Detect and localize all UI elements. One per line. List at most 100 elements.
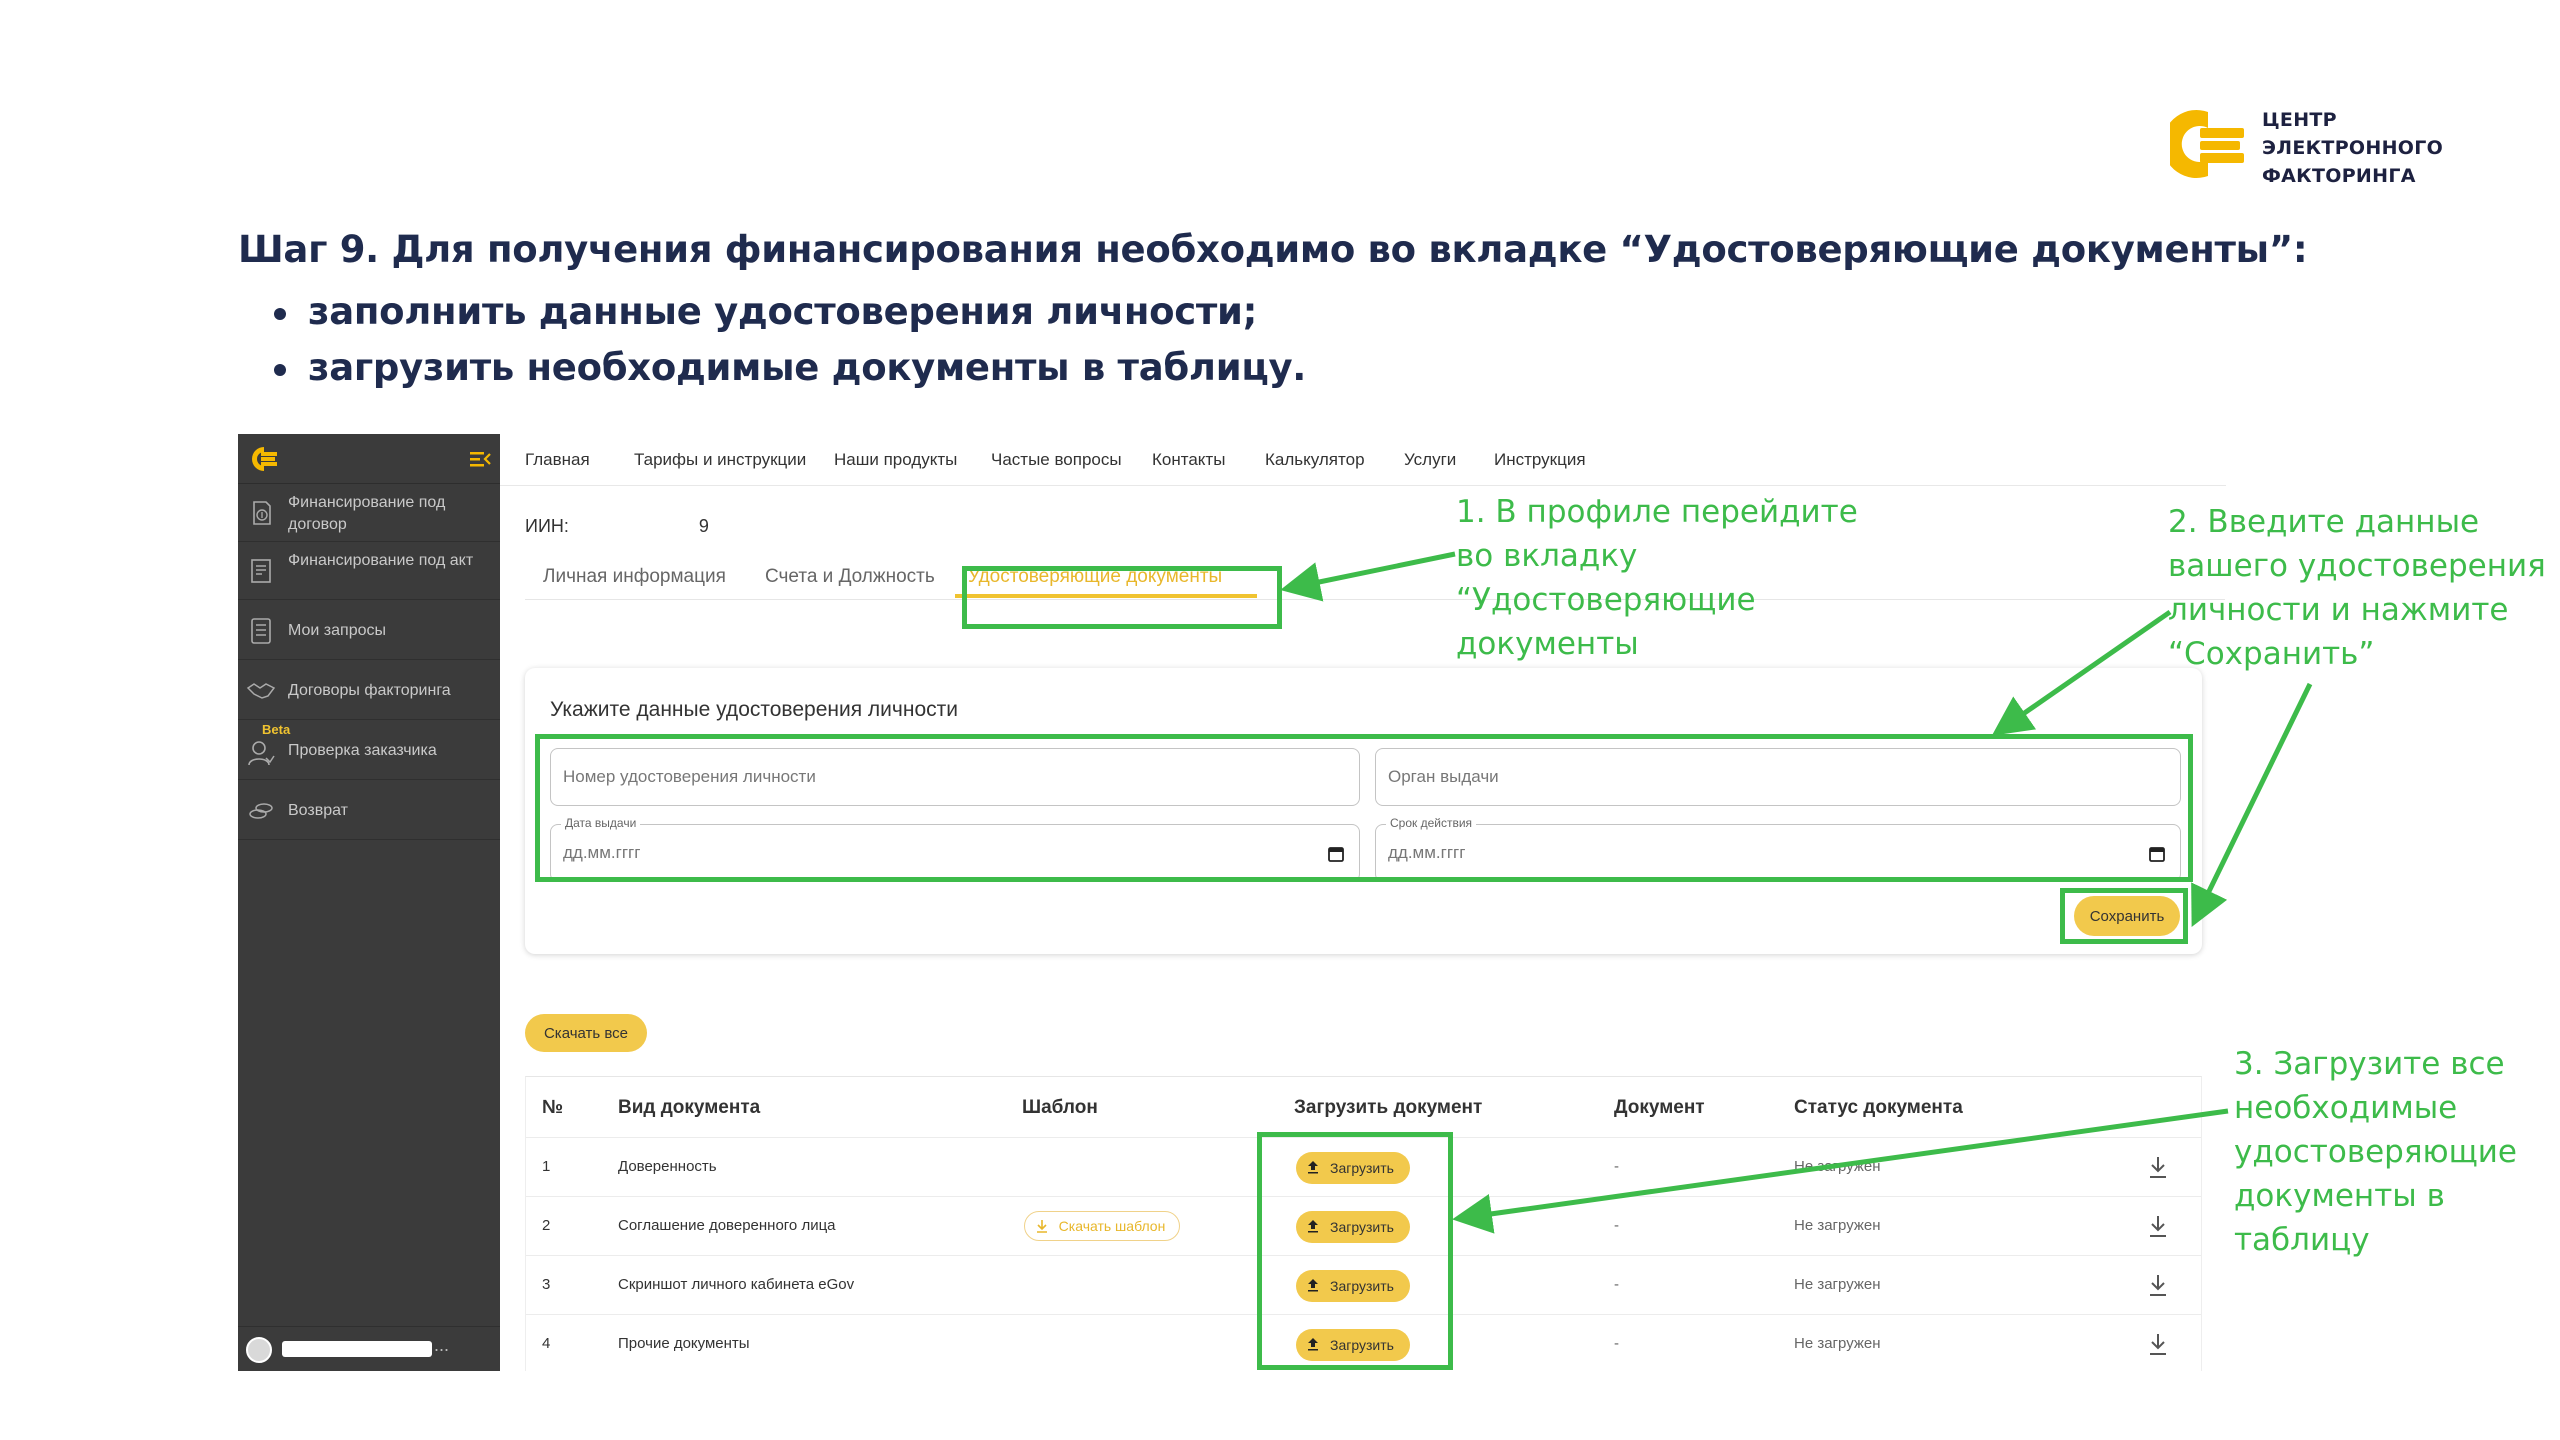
brand-line-3: ФАКТОРИНГА: [2262, 165, 2416, 187]
step-bullets: заполнить данные удостоверения личности;…: [270, 284, 1306, 396]
annotation-line: необходимые: [2234, 1090, 2458, 1126]
handshake-icon: [246, 683, 276, 699]
highlight-tab-box: [962, 566, 1282, 629]
sidebar-user[interactable]: ...: [238, 1326, 500, 1371]
annotation-line: 2. Введите данные: [2168, 504, 2480, 540]
sidebar: Финансирование под договор Финансировани…: [238, 434, 500, 1371]
download-all-button[interactable]: Скачать все: [525, 1014, 647, 1052]
iin-line: ИИН: 9: [525, 516, 709, 537]
row-document: -: [1614, 1217, 1619, 1234]
row-document: -: [1614, 1276, 1619, 1293]
id-form-title: Укажите данные удостоверения личности: [550, 698, 958, 721]
nav-item-tariffs[interactable]: Тарифы и инструкции: [634, 450, 806, 470]
col-header-document: Документ: [1614, 1097, 1705, 1118]
iin-label: ИИН:: [525, 516, 569, 536]
row-doc-type: Соглашение доверенного лица: [618, 1217, 836, 1234]
col-header-type: Вид документа: [618, 1097, 761, 1118]
col-header-num: №: [542, 1097, 564, 1118]
sidebar-item-label: Возврат: [288, 802, 348, 819]
tab-personal-info[interactable]: Личная информация: [543, 566, 726, 588]
nav-item-faq[interactable]: Частые вопросы: [991, 450, 1122, 470]
highlight-form-box: [535, 734, 2193, 882]
row-doc-type: Прочие документы: [618, 1335, 750, 1352]
nav-item-products[interactable]: Наши продукты: [834, 450, 957, 470]
table-header-row: № Вид документа Шаблон Загрузить докумен…: [526, 1077, 2201, 1138]
download-template-button[interactable]: Скачать шаблон: [1024, 1211, 1180, 1241]
brand-logo-icon: [2170, 110, 2244, 178]
highlight-save-box: [2060, 888, 2188, 944]
profile-tabs: Личная информация Счета и Должность Удос…: [525, 548, 2225, 600]
col-header-template: Шаблон: [1022, 1097, 1098, 1118]
download-icon[interactable]: [2146, 1272, 2170, 1298]
row-status: Не загружен: [1794, 1217, 1881, 1234]
coins-return-icon: [249, 803, 273, 819]
nav-item-services[interactable]: Услуги: [1404, 450, 1456, 470]
money-document-icon: [253, 501, 271, 525]
download-icon[interactable]: [2146, 1331, 2170, 1357]
row-status: Не загружен: [1794, 1158, 1881, 1175]
annotation-line: личности и нажмите: [2168, 592, 2509, 628]
col-header-upload: Загрузить документ: [1294, 1097, 1483, 1118]
sidebar-item-factoring-contracts[interactable]: Договоры факторинга: [238, 662, 500, 720]
row-num: 4: [542, 1335, 551, 1352]
nav-item-calculator[interactable]: Калькулятор: [1265, 450, 1365, 470]
sidebar-item-customer-check[interactable]: Beta Проверка заказчика: [238, 722, 500, 780]
row-status: Не загружен: [1794, 1335, 1881, 1352]
col-header-status: Статус документа: [1794, 1097, 1963, 1118]
annotation-line: документы в: [2234, 1178, 2445, 1214]
brand-wordmark: ЦЕНТР ЭЛЕКТРОННОГО ФАКТОРИНГА: [2262, 106, 2443, 190]
sidebar-item-label: Мои запросы: [288, 622, 386, 639]
highlight-upload-box: [1257, 1132, 1453, 1370]
app-logo-icon[interactable]: [250, 446, 278, 472]
row-doc-type: Доверенность: [618, 1158, 717, 1175]
top-navigation: Главная Тарифы и инструкции Наши продукт…: [500, 434, 2226, 486]
iin-tail: 9: [698, 516, 709, 536]
act-document-icon: [251, 559, 271, 583]
sidebar-item-refund[interactable]: Возврат: [238, 782, 500, 840]
annotation-line: “Сохранить”: [2168, 636, 2375, 672]
annotation-line: 3. Загрузите все: [2234, 1046, 2505, 1082]
brand-logo: ЦЕНТР ЭЛЕКТРОННОГО ФАКТОРИНГА: [2170, 100, 2443, 190]
sidebar-item-label: Финансирование под договор: [288, 494, 446, 533]
nav-item-instructions[interactable]: Инструкция: [1494, 450, 1586, 470]
template-label: Скачать шаблон: [1058, 1218, 1166, 1234]
iin-redacted: [573, 520, 694, 535]
row-status: Не загружен: [1794, 1276, 1881, 1293]
user-more-menu[interactable]: ...: [434, 1335, 449, 1356]
row-num: 1: [542, 1158, 551, 1175]
nav-item-contacts[interactable]: Контакты: [1152, 450, 1225, 470]
avatar[interactable]: [246, 1337, 272, 1363]
sidebar-item-contract-financing[interactable]: Финансирование под договор: [238, 486, 500, 542]
annotation-line: вашего удостоверения: [2168, 548, 2546, 584]
sidebar-item-act-financing[interactable]: Финансирование под акт: [238, 544, 500, 600]
annotation-line: удостоверяющие: [2234, 1134, 2517, 1170]
sidebar-header: [238, 434, 500, 484]
sidebar-item-label: Финансирование под акт: [288, 552, 474, 569]
annotation-line: 1. В профиле перейдите: [1456, 494, 1858, 530]
download-icon[interactable]: [2146, 1213, 2170, 1239]
download-template-icon: [1037, 1220, 1047, 1233]
sidebar-item-label: Проверка заказчика: [288, 742, 437, 759]
sidebar-item-label: Договоры факторинга: [288, 682, 451, 699]
requests-list-icon: [251, 618, 271, 644]
annotation-line: во вкладку: [1456, 538, 1638, 574]
annotation-line: документы: [1456, 626, 1639, 662]
annotation-line: таблицу: [2234, 1222, 2370, 1258]
annotation-step-3: 3. Загрузите все необходимые удостоверяю…: [2234, 1042, 2517, 1262]
row-document: -: [1614, 1158, 1619, 1175]
beta-badge: Beta: [262, 722, 291, 737]
tab-accounts-position[interactable]: Счета и Должность: [765, 566, 935, 588]
step-bullet: заполнить данные удостоверения личности;: [270, 284, 1306, 340]
brand-line-2: ЭЛЕКТРОННОГО: [2262, 137, 2444, 159]
collapse-menu-icon[interactable]: [468, 448, 492, 470]
annotation-step-1: 1. В профиле перейдите во вкладку “Удост…: [1456, 490, 1858, 666]
sidebar-item-my-requests[interactable]: Мои запросы: [238, 602, 500, 660]
annotation-line: “Удостоверяющие: [1456, 582, 1756, 618]
annotation-step-2: 2. Введите данные вашего удостоверения л…: [2168, 500, 2546, 676]
download-icon[interactable]: [2146, 1154, 2170, 1180]
row-num: 2: [542, 1217, 551, 1234]
nav-item-home[interactable]: Главная: [525, 450, 590, 470]
row-doc-type: Скриншот личного кабинета eGov: [618, 1276, 855, 1293]
row-document: -: [1614, 1335, 1619, 1352]
row-num: 3: [542, 1276, 551, 1293]
